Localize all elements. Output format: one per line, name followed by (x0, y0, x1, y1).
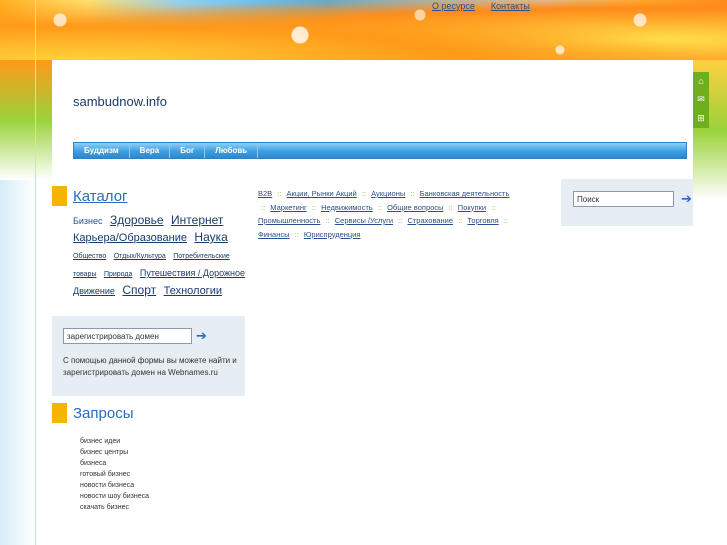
menu-item-love[interactable]: Любовь (205, 143, 259, 158)
side-icons: ⌂ ✉ ⊞ (693, 72, 709, 128)
query-item[interactable]: бизнеса (80, 458, 149, 469)
site-title: sambudnow.info (73, 94, 167, 109)
domain-form-description: С помощью данной формы вы можете найти и… (63, 356, 237, 377)
category-link[interactable]: Промышленность (258, 216, 320, 225)
category-links: B2B :: Акции, Рынки Акций :: Аукционы ::… (258, 187, 520, 241)
main-menu: Буддизм Вера Бог Любовь (73, 142, 687, 159)
link-separator: :: (503, 216, 509, 225)
catalog-tag[interactable]: Бизнес (73, 216, 103, 226)
domain-input[interactable] (63, 328, 192, 344)
menu-item-faith[interactable]: Вера (130, 143, 171, 158)
menu-item-god[interactable]: Бог (170, 143, 206, 158)
top-nav: О ресурсе Контакты (432, 1, 530, 11)
catalog-marker (52, 186, 67, 206)
link-separator: :: (277, 189, 282, 198)
query-item[interactable]: готовый бизнес (80, 469, 149, 480)
mail-icon[interactable]: ✉ (697, 95, 705, 104)
link-separator: :: (361, 189, 366, 198)
link-separator: :: (261, 202, 266, 212)
search-submit-arrow-icon[interactable]: ➔ (681, 192, 692, 205)
catalog-tag[interactable]: Отдых/Культура (114, 253, 166, 260)
query-item[interactable]: бизнес идеи (80, 436, 149, 447)
link-separator: :: (491, 202, 496, 212)
about-link[interactable]: О ресурсе (432, 1, 475, 11)
link-separator: :: (311, 202, 316, 212)
divider (35, 0, 36, 545)
left-decor (0, 60, 52, 180)
query-item[interactable]: скачать бизнес (80, 502, 149, 513)
left-decor-lower (0, 180, 35, 545)
catalog-title[interactable]: Каталог (73, 188, 128, 205)
category-link[interactable]: B2B (258, 189, 272, 198)
catalog-tag[interactable]: Здоровье (110, 213, 164, 227)
catalog-tag[interactable]: Технологии (164, 285, 222, 297)
menu-item-buddhism[interactable]: Буддизм (74, 143, 130, 158)
catalog-tag[interactable]: Спорт (122, 283, 156, 297)
queries-title: Запросы (73, 405, 134, 422)
queries-list: бизнес идеи бизнес центры бизнеса готовый б… (80, 436, 149, 513)
query-item[interactable]: новости бизнеса (80, 480, 149, 491)
category-link[interactable]: Торговля (467, 216, 498, 225)
domain-submit-arrow-icon[interactable]: ➔ (196, 329, 207, 342)
category-link[interactable]: Сервисы /Услуги (335, 216, 393, 225)
query-item[interactable]: новости шоу бизнеса (80, 491, 149, 502)
category-link[interactable]: Общие вопросы (387, 203, 443, 212)
category-link[interactable]: Аукционы (371, 189, 405, 198)
link-separator: :: (294, 229, 299, 239)
link-separator: :: (458, 216, 463, 225)
category-link[interactable]: Банковская деятельность (420, 189, 510, 198)
link-separator: :: (410, 189, 415, 198)
category-link[interactable]: Маркетинг (270, 203, 306, 212)
contacts-link[interactable]: Контакты (491, 1, 530, 11)
catalog-tag[interactable]: Интернет (171, 213, 223, 227)
catalog-tag[interactable]: Общество (73, 253, 106, 260)
queries-marker (52, 403, 67, 423)
category-link[interactable]: Страхование (407, 216, 453, 225)
catalog-tag[interactable]: Природа (104, 271, 132, 278)
category-link[interactable]: Покупки (458, 203, 486, 212)
link-separator: :: (448, 202, 453, 212)
home-icon[interactable]: ⌂ (698, 76, 703, 86)
category-link[interactable]: Акции, Рынки Акций (287, 189, 357, 198)
catalog-tags: Бизнес Здоровье Интернет Карьера/Образов… (73, 212, 245, 299)
category-link[interactable]: Юриспруденция (304, 230, 361, 239)
search-input[interactable] (573, 191, 674, 207)
query-item[interactable]: бизнес центры (80, 447, 149, 458)
link-separator: :: (325, 216, 330, 225)
catalog-tag[interactable]: Карьера/Образование (73, 232, 187, 244)
category-link[interactable]: Финансы (258, 230, 290, 239)
category-link[interactable]: Недвижимость (321, 203, 373, 212)
link-separator: :: (377, 202, 382, 212)
sitemap-icon[interactable]: ⊞ (697, 114, 705, 123)
catalog-tag[interactable]: Наука (194, 230, 227, 244)
link-separator: :: (398, 216, 403, 225)
